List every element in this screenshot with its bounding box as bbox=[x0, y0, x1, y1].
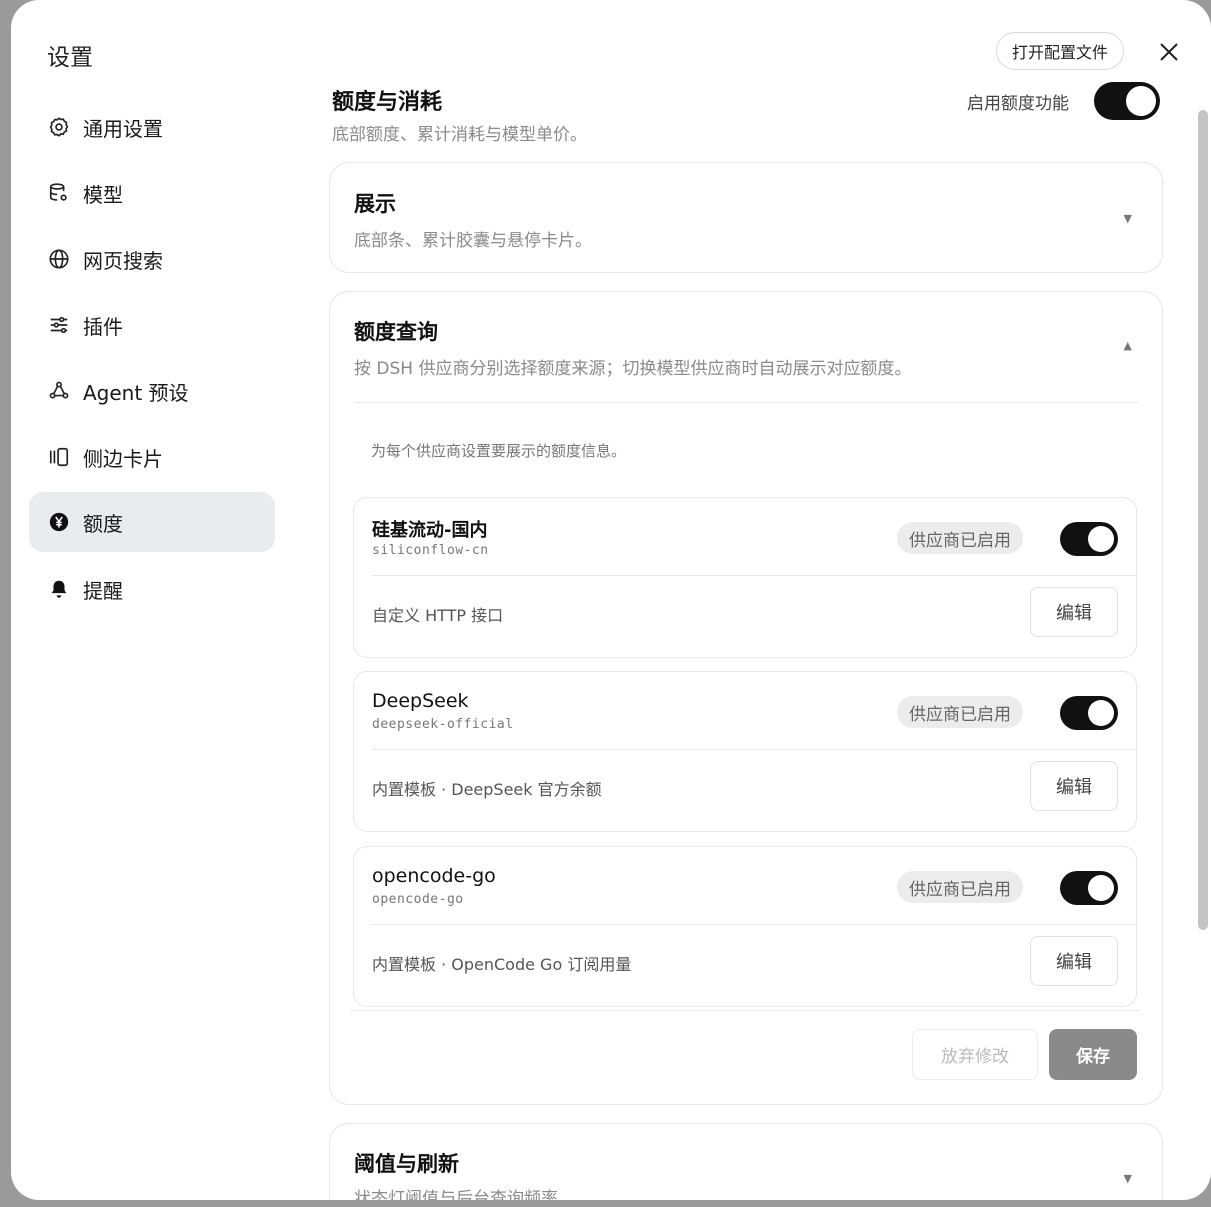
sidebar-item-reminders[interactable]: 提醒 bbox=[29, 559, 275, 619]
provider-id: opencode-go bbox=[372, 892, 464, 907]
provider-source: 内置模板 · OpenCode Go 订阅用量 bbox=[372, 955, 632, 974]
provider-hint: 为每个供应商设置要展示的额度信息。 bbox=[371, 442, 627, 460]
toggle-knob bbox=[1126, 86, 1156, 116]
sidebar-item-side-cards[interactable]: 侧边卡片 bbox=[29, 427, 275, 487]
card-subtitle: 状态灯阈值与后台查询频率 bbox=[354, 1189, 558, 1200]
sidebar-item-agent-presets[interactable]: Agent 预设 bbox=[29, 361, 275, 421]
sidebar-item-label: 提醒 bbox=[83, 578, 123, 603]
sidebar-item-label: 插件 bbox=[83, 314, 123, 339]
status-badge: 供应商已启用 bbox=[897, 696, 1023, 728]
provider-toggle[interactable] bbox=[1060, 871, 1118, 905]
provider-toggle[interactable] bbox=[1060, 696, 1118, 730]
sidebar-item-label: 网页搜索 bbox=[83, 248, 163, 273]
sidebar-item-quota[interactable]: 额度 bbox=[29, 492, 275, 552]
save-button[interactable]: 保存 bbox=[1049, 1029, 1137, 1080]
provider-id: deepseek-official bbox=[372, 717, 514, 732]
toggle-knob bbox=[1088, 526, 1114, 552]
sidebar-item-models[interactable]: 模型 bbox=[29, 163, 275, 223]
card-title: 阈值与刷新 bbox=[354, 1152, 459, 1176]
provider-name: 硅基流动-国内 bbox=[372, 520, 488, 541]
edit-button[interactable]: 编辑 bbox=[1030, 761, 1118, 811]
provider-card: 硅基流动-国内 siliconflow-cn 供应商已启用 自定义 HTTP 接… bbox=[353, 497, 1137, 658]
scrollbar[interactable] bbox=[1198, 110, 1208, 930]
database-icon bbox=[47, 181, 71, 205]
chevron-down-icon[interactable]: ▼ bbox=[1124, 1172, 1132, 1185]
globe-icon bbox=[47, 247, 71, 271]
chevron-up-icon[interactable]: ▲ bbox=[1124, 339, 1132, 352]
threshold-card[interactable]: 阈值与刷新 状态灯阈值与后台查询频率 ▼ bbox=[329, 1123, 1163, 1200]
provider-id: siliconflow-cn bbox=[372, 543, 489, 558]
divider bbox=[351, 1010, 1139, 1011]
sidebar-item-general[interactable]: 通用设置 bbox=[29, 97, 275, 157]
divider bbox=[372, 749, 1136, 750]
card-title: 额度查询 bbox=[354, 320, 438, 344]
card-subtitle: 按 DSH 供应商分别选择额度来源；切换模型供应商时自动展示对应额度。 bbox=[354, 359, 912, 379]
sidebar-item-plugins[interactable]: 插件 bbox=[29, 295, 275, 355]
edit-button[interactable]: 编辑 bbox=[1030, 587, 1118, 637]
provider-name: DeepSeek bbox=[372, 690, 469, 712]
sliders-icon bbox=[47, 313, 71, 337]
settings-modal: 设置 通用设置 模型 网页搜索 插件 Agent 预设 侧边卡片 额度 提醒 打… bbox=[11, 0, 1211, 1200]
divider bbox=[354, 402, 1138, 403]
agent-icon bbox=[47, 379, 71, 403]
discard-button[interactable]: 放弃修改 bbox=[912, 1029, 1038, 1080]
divider bbox=[372, 924, 1136, 925]
section-subtitle: 底部额度、累计消耗与模型单价。 bbox=[332, 125, 587, 145]
chevron-down-icon[interactable]: ▼ bbox=[1124, 212, 1132, 225]
provider-source: 内置模板 · DeepSeek 官方余额 bbox=[372, 780, 602, 799]
provider-name: opencode-go bbox=[372, 865, 496, 887]
edit-button[interactable]: 编辑 bbox=[1030, 936, 1118, 986]
sidebar: 设置 通用设置 模型 网页搜索 插件 Agent 预设 侧边卡片 额度 提醒 bbox=[11, 0, 301, 1200]
divider bbox=[372, 575, 1136, 576]
sidebar-item-label: 模型 bbox=[83, 182, 123, 207]
sidebar-item-label: 额度 bbox=[83, 511, 123, 536]
provider-card: opencode-go opencode-go 供应商已启用 内置模板 · Op… bbox=[353, 846, 1137, 1007]
provider-toggle[interactable] bbox=[1060, 522, 1118, 556]
gear-icon bbox=[47, 115, 71, 139]
status-badge: 供应商已启用 bbox=[897, 871, 1023, 903]
sidebar-item-label: 侧边卡片 bbox=[83, 446, 163, 471]
yen-icon bbox=[47, 510, 71, 534]
card-title: 展示 bbox=[354, 192, 396, 216]
provider-source: 自定义 HTTP 接口 bbox=[372, 606, 504, 625]
section-title: 额度与消耗 bbox=[332, 90, 443, 115]
sidebar-item-label: Agent 预设 bbox=[83, 380, 189, 405]
provider-card: DeepSeek deepseek-official 供应商已启用 内置模板 ·… bbox=[353, 671, 1137, 832]
main-content: 额度与消耗 底部额度、累计消耗与模型单价。 启用额度功能 展示 底部条、累计胶囊… bbox=[329, 0, 1169, 1200]
sidebar-item-web-search[interactable]: 网页搜索 bbox=[29, 229, 275, 289]
card-subtitle: 底部条、累计胶囊与悬停卡片。 bbox=[354, 231, 592, 251]
status-badge: 供应商已启用 bbox=[897, 522, 1023, 554]
enable-quota-label: 启用额度功能 bbox=[967, 94, 1069, 114]
enable-quota-toggle[interactable] bbox=[1094, 82, 1160, 120]
sidebar-title: 设置 bbox=[47, 45, 93, 71]
side-card-icon bbox=[47, 445, 71, 469]
display-card[interactable]: 展示 底部条、累计胶囊与悬停卡片。 ▼ bbox=[329, 162, 1163, 273]
toggle-knob bbox=[1088, 875, 1114, 901]
bell-icon bbox=[47, 577, 71, 601]
toggle-knob bbox=[1088, 700, 1114, 726]
sidebar-item-label: 通用设置 bbox=[83, 116, 163, 141]
